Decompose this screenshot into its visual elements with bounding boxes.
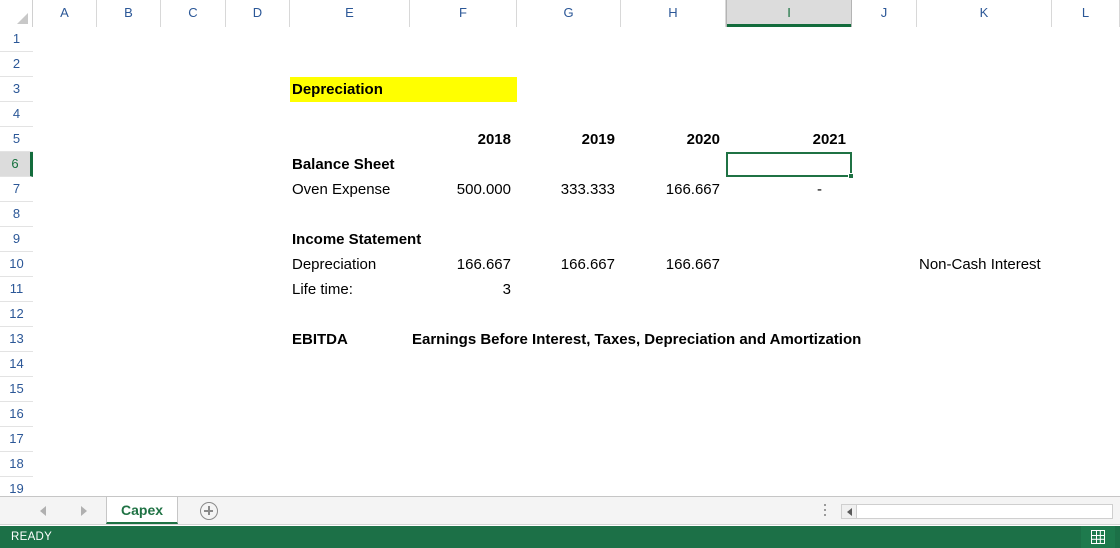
excel-window: ABCDEFGHIJKL 1 2 3 4 5 6 7 8 9 10 11 12 13 14 15 16 17 18…	[0, 0, 1120, 548]
column-header-a[interactable]: A	[33, 0, 97, 27]
sheet-nav-arrows[interactable]	[22, 497, 104, 524]
column-header-e[interactable]: E	[290, 0, 410, 27]
cell-G7-oven-2019[interactable]: 333.333	[517, 177, 621, 202]
cell-H5-year-2020[interactable]: 2020	[621, 127, 726, 152]
cell-G5-year-2019[interactable]: 2019	[517, 127, 621, 152]
row-header-9[interactable]: 9	[0, 227, 33, 252]
row-header-16[interactable]: 16	[0, 402, 33, 427]
column-header-l[interactable]: L	[1052, 0, 1120, 27]
column-header-row: ABCDEFGHIJKL	[0, 0, 1120, 27]
row-header-8[interactable]: 8	[0, 202, 33, 227]
row-header-6[interactable]: 6	[0, 152, 33, 177]
cell-E13-ebitda[interactable]: EBITDA	[290, 327, 410, 352]
row-header-10[interactable]: 10	[0, 252, 33, 277]
sheet-tab-capex[interactable]: Capex	[106, 497, 179, 524]
cell-area[interactable]: Depreciation 2018 2019 2020 2021 Balance Shee…	[34, 27, 1120, 497]
cell-E3-depreciation[interactable]: Depreciation	[290, 77, 517, 102]
cell-E10-depreciation[interactable]: Depreciation	[290, 252, 410, 277]
next-sheet-icon[interactable]	[80, 505, 87, 516]
cell-E9-income-statement[interactable]: Income Statement	[290, 227, 517, 252]
column-header-d[interactable]: D	[226, 0, 290, 27]
select-all-triangle-icon	[17, 13, 28, 24]
normal-view-button[interactable]	[1081, 526, 1115, 548]
column-header-c[interactable]: C	[161, 0, 226, 27]
scroll-left-icon[interactable]	[842, 505, 857, 518]
row-header-12[interactable]: 12	[0, 302, 33, 327]
cell-F11-life-time-value[interactable]: 3	[410, 277, 517, 302]
column-header-i[interactable]: I	[726, 0, 852, 27]
tab-split-handle[interactable]	[824, 504, 828, 518]
select-all-corner[interactable]	[0, 0, 33, 27]
column-header-g[interactable]: G	[517, 0, 621, 27]
column-header-f[interactable]: F	[410, 0, 517, 27]
cell-F5-year-2018[interactable]: 2018	[410, 127, 517, 152]
grid-view-icon	[1091, 530, 1105, 544]
cell-H7-oven-2020[interactable]: 166.667	[621, 177, 726, 202]
row-header-3[interactable]: 3	[0, 77, 33, 102]
row-header-5[interactable]: 5	[0, 127, 33, 152]
cell-I7-oven-2021[interactable]: -	[726, 177, 852, 202]
column-header-b[interactable]: B	[97, 0, 161, 27]
previous-sheet-icon[interactable]	[39, 505, 46, 516]
status-bar: READY	[0, 526, 1120, 548]
cell-F10-dep-2018[interactable]: 166.667	[410, 252, 517, 277]
cell-H10-dep-2020[interactable]: 166.667	[621, 252, 726, 277]
cell-K10-non-cash-interest[interactable]: Non-Cash Interest	[917, 252, 1120, 277]
column-header-h[interactable]: H	[621, 0, 726, 27]
cell-F13-ebitda-expansion[interactable]: Earnings Before Interest, Taxes, Depreci…	[410, 327, 1052, 352]
row-header-column: 1 2 3 4 5 6 7 8 9 10 11 12 13 14 15 16 17 18 19	[0, 27, 33, 502]
active-cell-selection[interactable]	[726, 152, 854, 179]
row-header-11[interactable]: 11	[0, 277, 33, 302]
cell-E11-life-time[interactable]: Life time:	[290, 277, 410, 302]
row-header-15[interactable]: 15	[0, 377, 33, 402]
row-header-17[interactable]: 17	[0, 427, 33, 452]
row-header-2[interactable]: 2	[0, 52, 33, 77]
column-header-k[interactable]: K	[917, 0, 1052, 27]
status-mode-label: READY	[11, 531, 53, 543]
column-header-j[interactable]: J	[852, 0, 917, 27]
horizontal-scrollbar[interactable]	[841, 504, 1113, 519]
row-header-18[interactable]: 18	[0, 452, 33, 477]
cell-F7-oven-2018[interactable]: 500.000	[410, 177, 517, 202]
add-sheet-icon[interactable]	[200, 502, 218, 520]
cell-E7-oven-expense[interactable]: Oven Expense	[290, 177, 410, 202]
row-header-13[interactable]: 13	[0, 327, 33, 352]
horizontal-scrollbar-track[interactable]	[857, 505, 1112, 518]
row-header-7[interactable]: 7	[0, 177, 33, 202]
row-header-14[interactable]: 14	[0, 352, 33, 377]
cell-G10-dep-2019[interactable]: 166.667	[517, 252, 621, 277]
cell-E6-balance-sheet[interactable]: Balance Sheet	[290, 152, 517, 177]
row-header-4[interactable]: 4	[0, 102, 33, 127]
cell-I5-year-2021[interactable]: 2021	[726, 127, 852, 152]
row-header-1[interactable]: 1	[0, 27, 33, 52]
spreadsheet-grid[interactable]: ABCDEFGHIJKL 1 2 3 4 5 6 7 8 9 10 11 12 13 14 15 16 17 18…	[0, 0, 1120, 502]
